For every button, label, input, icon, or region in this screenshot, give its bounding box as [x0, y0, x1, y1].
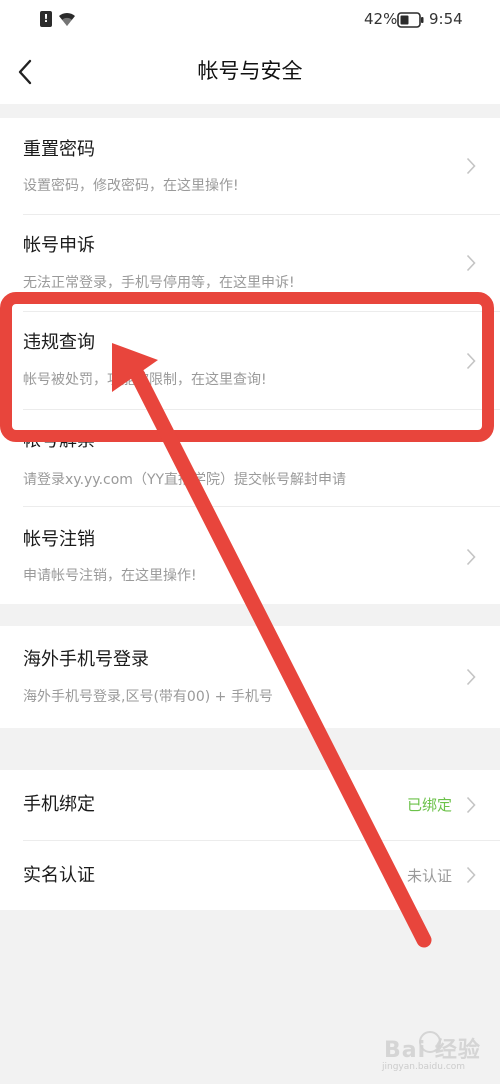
- row-title: 帐号申诉: [23, 235, 95, 256]
- row-subtitle: 帐号被处罚，功能被限制，在这里查询!: [23, 372, 267, 388]
- row-title: 实名认证: [23, 865, 95, 886]
- status-bar: ! 42% 9:54: [0, 0, 500, 40]
- row-title: 违规查询: [23, 332, 95, 353]
- chevron-right-icon: [466, 866, 476, 884]
- baidu-watermark: Bai 经验 jingyan.baidu.com: [360, 1028, 490, 1078]
- row-subtitle: 申请帐号注销，在这里操作!: [23, 568, 197, 584]
- reset-password-row[interactable]: 重置密码 设置密码，修改密码，在这里操作!: [0, 118, 500, 214]
- account-appeal-row[interactable]: 帐号申诉 无法正常登录，手机号停用等，在这里申诉!: [0, 215, 500, 311]
- battery-percent: 42%: [364, 10, 398, 28]
- page-title: 帐号与安全: [197, 59, 303, 83]
- chevron-right-icon: [466, 668, 476, 686]
- row-subtitle: 请登录xy.yy.com（YY直播学院）提交帐号解封申请: [23, 472, 347, 488]
- row-title: 海外手机号登录: [23, 649, 149, 670]
- bound-status-label: 已绑定: [406, 796, 452, 814]
- overseas-login-group: 海外手机号登录 海外手机号登录,区号(带有00) + 手机号: [0, 626, 500, 728]
- real-name-auth-row[interactable]: 实名认证 未认证: [0, 841, 500, 910]
- chevron-right-icon: [466, 352, 476, 370]
- row-subtitle: 海外手机号登录,区号(带有00) + 手机号: [23, 689, 273, 705]
- row-title: 帐号解禁: [23, 430, 95, 451]
- row-title: 手机绑定: [23, 794, 95, 815]
- account-unban-row[interactable]: 帐号解禁 请登录xy.yy.com（YY直播学院）提交帐号解封申请: [0, 410, 500, 506]
- nav-bar: 帐号与安全: [0, 40, 500, 104]
- clock-time: 9:54: [429, 10, 463, 28]
- watermark-url: jingyan.baidu.com: [382, 1062, 466, 1072]
- row-subtitle: 无法正常登录，手机号停用等，在这里申诉!: [23, 275, 295, 291]
- chevron-right-icon: [466, 796, 476, 814]
- chevron-right-icon: [466, 254, 476, 272]
- account-settings-group: 重置密码 设置密码，修改密码，在这里操作! 帐号申诉 无法正常登录，手机号停用等…: [0, 118, 500, 604]
- violation-query-row[interactable]: 违规查询 帐号被处罚，功能被限制，在这里查询!: [0, 312, 500, 409]
- alert-icon: !: [40, 11, 52, 27]
- account-deletion-row[interactable]: 帐号注销 申请帐号注销，在这里操作!: [0, 507, 500, 604]
- row-subtitle: 设置密码，修改密码，在这里操作!: [23, 178, 239, 194]
- chevron-right-icon: [466, 157, 476, 175]
- chevron-right-icon: [466, 548, 476, 566]
- unverified-status-label: 未认证: [406, 867, 452, 885]
- row-title: 重置密码: [23, 139, 95, 160]
- row-title: 帐号注销: [23, 529, 95, 550]
- verification-group: 手机绑定 已绑定 实名认证 未认证: [0, 770, 500, 910]
- wifi-icon: [59, 12, 75, 26]
- phone-binding-row[interactable]: 手机绑定 已绑定: [0, 770, 500, 840]
- watermark-text: Bai 经验: [384, 1038, 481, 1063]
- battery-icon: [397, 12, 424, 28]
- overseas-phone-login-row[interactable]: 海外手机号登录 海外手机号登录,区号(带有00) + 手机号: [0, 626, 500, 728]
